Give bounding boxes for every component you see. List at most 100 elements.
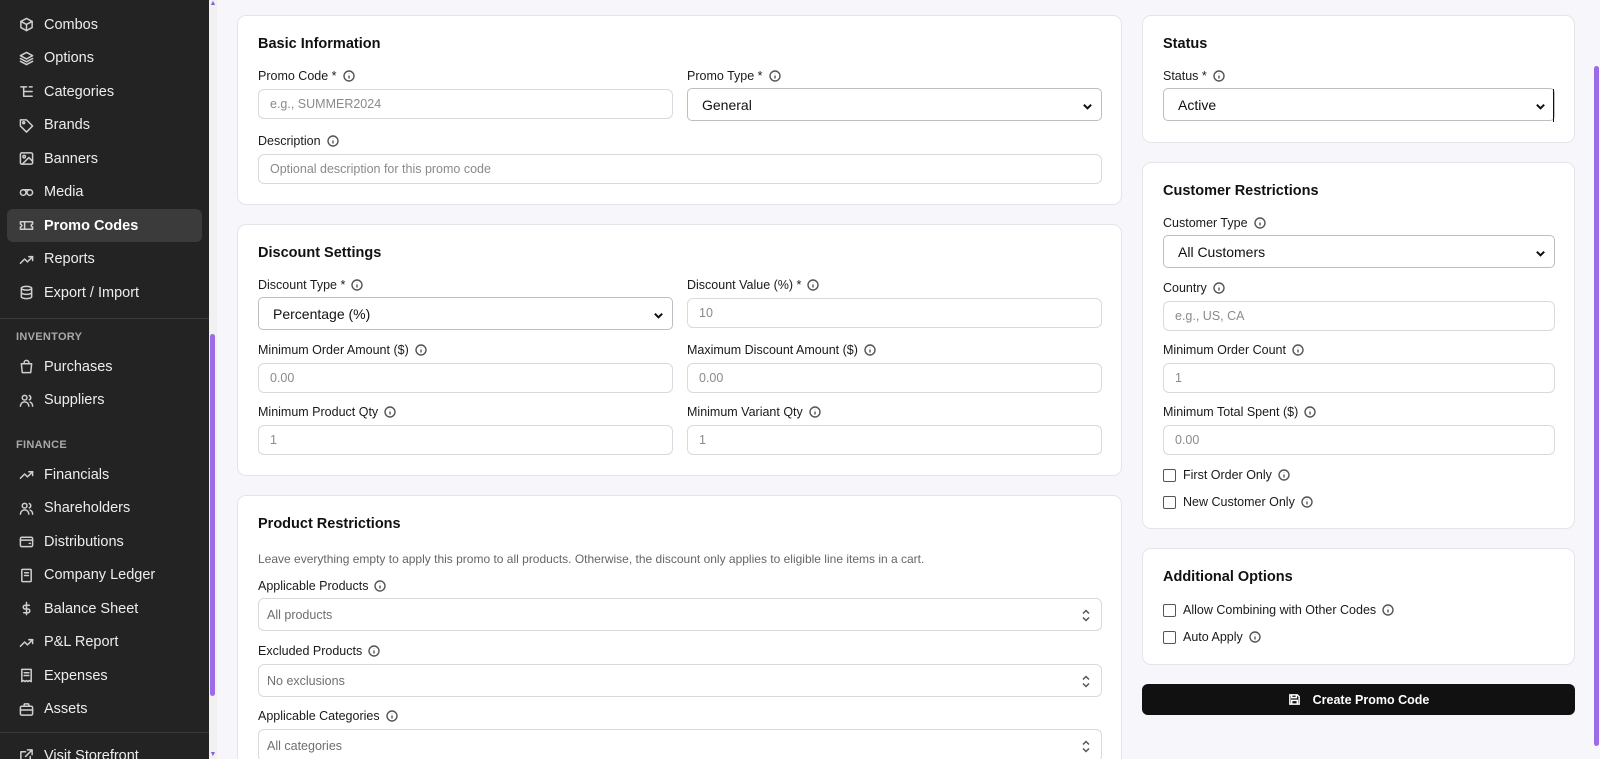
- sidebar-item-reports[interactable]: Reports: [7, 243, 202, 276]
- scroll-down-arrow-icon[interactable]: ▼: [209, 751, 217, 759]
- info-icon[interactable]: [1304, 406, 1316, 418]
- promo-type-select[interactable]: General: [687, 88, 1102, 121]
- min-total-spent-input[interactable]: 0.00: [1163, 425, 1555, 455]
- scroll-up-arrow-icon[interactable]: ▲: [209, 0, 217, 8]
- sidebar-item-label: Banners: [44, 150, 99, 167]
- sidebar-item-label: Options: [44, 50, 94, 66]
- sidebar-item-expenses[interactable]: Expenses: [7, 659, 202, 692]
- auto-apply-checkbox[interactable]: [1163, 630, 1176, 644]
- min-product-qty-label: Minimum Product Qty: [258, 405, 396, 419]
- sidebar-item-suppliers[interactable]: Suppliers: [7, 384, 202, 417]
- sidebar-item-distributions[interactable]: Distributions: [7, 525, 202, 558]
- info-icon[interactable]: [1253, 217, 1266, 229]
- info-icon[interactable]: [326, 135, 339, 147]
- chevron-down-icon: [653, 308, 664, 319]
- cube-icon: [18, 17, 34, 33]
- info-icon[interactable]: [1292, 344, 1304, 356]
- dollar-icon: [18, 601, 34, 617]
- discount-type-select[interactable]: Percentage (%): [258, 297, 673, 330]
- customer-type-select[interactable]: All Customers: [1163, 235, 1555, 268]
- sidebar-item-banners[interactable]: Banners: [7, 142, 202, 175]
- min-product-qty-input[interactable]: 1: [258, 425, 673, 455]
- min-order-count-label: Minimum Order Count: [1163, 343, 1304, 357]
- chevron-down-icon: [1535, 99, 1546, 110]
- min-order-count-input[interactable]: 1: [1163, 363, 1555, 393]
- sidebar-item-shareholders[interactable]: Shareholders: [7, 492, 202, 525]
- field-label-text: Maximum Discount Amount ($): [687, 343, 858, 357]
- field-label-text: Country: [1163, 281, 1207, 295]
- sidebar-item-combos[interactable]: Combos: [7, 8, 202, 41]
- sidebar-item-assets[interactable]: Assets: [7, 693, 202, 726]
- allow-combining-option[interactable]: Allow Combining with Other Codes: [1163, 603, 1394, 617]
- page-scrollbar[interactable]: [1592, 0, 1600, 759]
- description-input[interactable]: Optional description for this promo code: [258, 154, 1102, 184]
- sidebar-item-label: Combos: [44, 16, 98, 33]
- combo-value: All products: [267, 607, 333, 622]
- info-icon[interactable]: [807, 279, 820, 291]
- info-icon[interactable]: [415, 344, 427, 356]
- card-title: Discount Settings: [258, 245, 382, 261]
- country-label: Country: [1163, 281, 1225, 295]
- sidebar-item-brands[interactable]: Brands: [7, 109, 202, 142]
- checkbox-label: Auto Apply: [1183, 630, 1243, 644]
- country-input[interactable]: e.g., US, CA: [1163, 301, 1555, 331]
- applicable-products-select[interactable]: All products: [258, 598, 1102, 631]
- info-icon[interactable]: [368, 645, 380, 657]
- info-icon[interactable]: [374, 580, 387, 592]
- excluded-products-select[interactable]: No exclusions: [258, 664, 1102, 697]
- discount-type-label: Discount Type *: [258, 278, 364, 292]
- info-icon[interactable]: [385, 710, 398, 722]
- info-icon[interactable]: [1213, 282, 1225, 294]
- sidebar-item-categories[interactable]: Categories: [7, 75, 202, 108]
- first-order-only-checkbox[interactable]: [1163, 468, 1176, 482]
- auto-apply-option[interactable]: Auto Apply: [1163, 630, 1261, 644]
- info-icon[interactable]: [1213, 70, 1225, 82]
- info-icon[interactable]: [809, 406, 821, 418]
- trending-up-icon: [18, 251, 34, 267]
- sidebar-item-promo-codes[interactable]: Promo Codes: [7, 209, 202, 242]
- sidebar-item-visit-storefront[interactable]: Visit Storefront: [7, 739, 202, 759]
- promo-type-label: Promo Type *: [687, 69, 781, 83]
- applicable-categories-label: Applicable Categories: [258, 709, 398, 723]
- scrollbar-thumb[interactable]: [1594, 66, 1599, 746]
- new-customer-only-option[interactable]: New Customer Only: [1163, 495, 1313, 509]
- applicable-categories-select[interactable]: All categories: [258, 729, 1102, 759]
- sidebar-item-balance-sheet[interactable]: Balance Sheet: [7, 592, 202, 625]
- info-icon[interactable]: [1278, 469, 1290, 481]
- promo-code-input[interactable]: e.g., SUMMER2024: [258, 89, 673, 119]
- discount-value-input[interactable]: 10: [687, 298, 1102, 328]
- info-icon[interactable]: [342, 70, 355, 82]
- info-icon[interactable]: [864, 344, 876, 356]
- status-select[interactable]: Active: [1163, 88, 1555, 121]
- sidebar-item-p-l-report[interactable]: P&L Report: [7, 626, 202, 659]
- sidebar-item-export-import[interactable]: Export / Import: [7, 276, 202, 309]
- info-icon[interactable]: [1301, 496, 1313, 508]
- sidebar-item-purchases[interactable]: Purchases: [7, 350, 202, 383]
- min-order-amount-input[interactable]: 0.00: [258, 363, 673, 393]
- create-promo-code-button[interactable]: Create Promo Code: [1142, 684, 1575, 715]
- ticket-icon: [18, 218, 34, 234]
- new-customer-only-checkbox[interactable]: [1163, 495, 1176, 509]
- sidebar-item-company-ledger[interactable]: Company Ledger: [7, 559, 202, 592]
- info-icon[interactable]: [1249, 631, 1261, 643]
- chevrons-up-down-icon: [1081, 675, 1091, 688]
- info-icon[interactable]: [351, 279, 364, 291]
- first-order-only-option[interactable]: First Order Only: [1163, 468, 1290, 482]
- info-icon[interactable]: [384, 406, 396, 418]
- min-variant-qty-input[interactable]: 1: [687, 425, 1102, 455]
- info-icon[interactable]: [768, 70, 781, 82]
- wallet-icon: [18, 534, 34, 550]
- max-discount-amount-input[interactable]: 0.00: [687, 363, 1102, 393]
- field-label-text: Applicable Products: [258, 579, 369, 593]
- scrollbar-thumb[interactable]: [210, 334, 215, 696]
- sidebar-item-options[interactable]: Options: [7, 42, 202, 75]
- field-label-text: Applicable Categories: [258, 709, 380, 723]
- field-label-text: Promo Code *: [258, 69, 337, 83]
- allow-combining-checkbox[interactable]: [1163, 603, 1176, 617]
- sidebar-scrollbar[interactable]: ▲ ▼: [209, 0, 217, 759]
- sidebar-item-financials[interactable]: Financials: [7, 458, 202, 491]
- sidebar-item-media[interactable]: Media: [7, 176, 202, 209]
- chevron-down-icon: [1082, 99, 1093, 110]
- field-label-text: Excluded Products: [258, 644, 363, 658]
- info-icon[interactable]: [1382, 604, 1394, 616]
